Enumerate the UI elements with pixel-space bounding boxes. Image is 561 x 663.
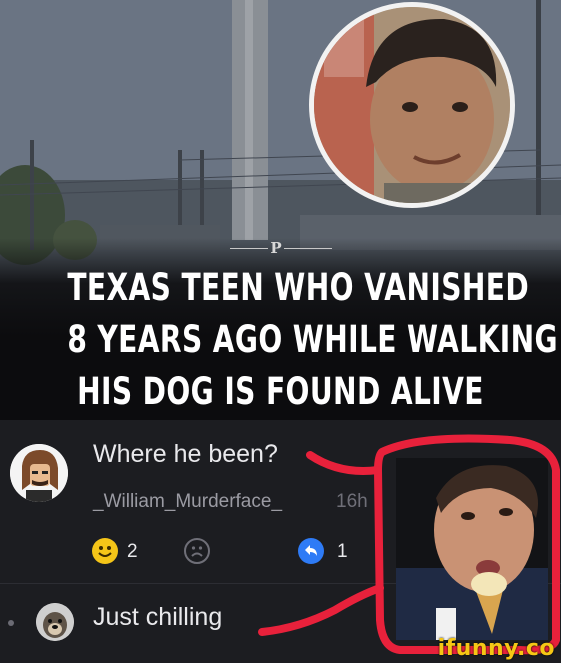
ice-cream-meme-image — [396, 458, 548, 640]
publisher-logo: P — [270, 239, 282, 257]
animal-avatar-icon — [36, 603, 74, 641]
reply-count: 1 — [337, 541, 348, 562]
meme-illustration — [396, 458, 548, 640]
comment-text: Just chilling — [93, 603, 223, 631]
portrait-illustration — [314, 7, 510, 203]
news-banner-image: P TEXAS TEEN WHO VANISHED 8 YEARS AGO WH… — [0, 0, 561, 420]
smile-icon — [98, 546, 112, 557]
smile-count: 2 — [127, 541, 138, 562]
commenter-avatar[interactable] — [10, 444, 68, 502]
divider-line — [284, 248, 332, 249]
frown-reaction-button[interactable] — [184, 538, 210, 564]
ifunny-watermark: ifunny.co — [437, 636, 555, 661]
commenter-avatar[interactable] — [36, 603, 74, 641]
headline-line: TEXAS TEEN WHO VANISHED — [67, 266, 530, 309]
headline-line: 8 YEARS AGO WHILE WALKING — [67, 318, 558, 361]
headline-line: HIS DOG IS FOUND ALIVE — [77, 370, 484, 413]
comment-username[interactable]: _William_Murderface_ — [93, 491, 282, 513]
reply-icon — [305, 545, 317, 556]
divider-line — [230, 248, 268, 249]
smile-reaction-button[interactable] — [92, 538, 118, 564]
comment-text: Where he been? — [93, 440, 278, 468]
frown-icon — [191, 546, 203, 557]
thread-indent-dot — [8, 620, 14, 626]
teen-portrait-photo — [309, 2, 515, 208]
reply-button[interactable] — [298, 538, 324, 564]
comment-timestamp: 16h — [336, 491, 368, 512]
cartoon-avatar-icon — [10, 444, 68, 502]
headline-text: TEXAS TEEN WHO VANISHED 8 YEARS AGO WHIL… — [67, 262, 558, 418]
